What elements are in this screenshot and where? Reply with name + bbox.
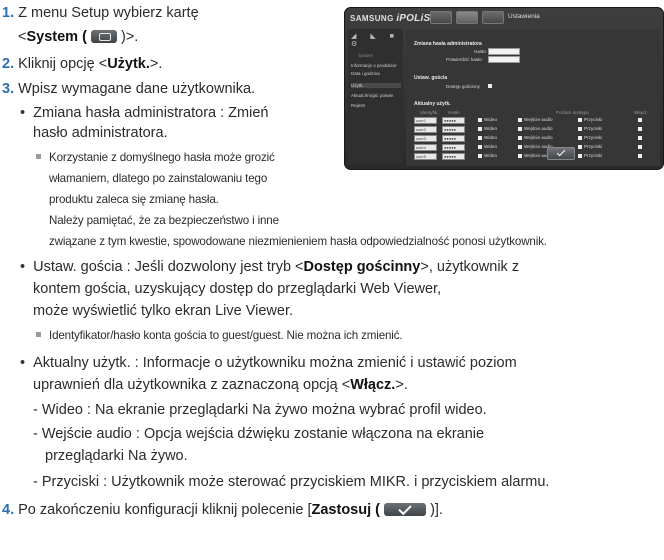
bullet-admin-password-line-2: hasło administratora.: [33, 125, 168, 141]
bullet-current-user-line-2: uprawnień dla użytkownika z zaznaczoną o…: [33, 377, 408, 393]
note-admin-1: Korzystanie z domyślnego hasła może groz…: [36, 149, 275, 167]
note-admin-5: związane z tym kwestie, spowodowane niez…: [49, 235, 547, 248]
video-checkbox[interactable]: [478, 145, 482, 149]
audio-checkbox[interactable]: [518, 118, 522, 122]
video-checkbox[interactable]: [478, 154, 482, 158]
user-row: user2 ●●●●● Wideo Wejście audio Przycisk…: [414, 126, 654, 133]
user-password-input[interactable]: ●●●●●: [442, 117, 465, 124]
apply-button[interactable]: [547, 147, 575, 160]
note-square-icon: [36, 154, 41, 159]
detail-video: - Wideo : Na ekranie przeglądarki Na żyw…: [33, 402, 487, 418]
playback-tab-button[interactable]: [456, 11, 478, 24]
detail-audio: - Wejście audio : Opcja wejścia dźwięku …: [33, 426, 485, 442]
step-1-line-2: <System ( )>.: [18, 29, 139, 45]
step-2: 2. Kliknij opcję <Użytk.>.: [2, 56, 163, 72]
buttons-checkbox[interactable]: [578, 127, 582, 131]
bullet-guest-line-2: kontem gościa, uzyskujący dostęp do prze…: [33, 281, 442, 297]
bullet-guest-line-3: może wyświetlić tylko ekran Live Viewer.: [33, 303, 294, 319]
video-checkbox[interactable]: [478, 136, 482, 140]
bullet-admin-password: • Zmiana hasła administratora : Zmień: [20, 105, 269, 121]
col-id-header: Identyfik.: [420, 110, 439, 115]
col-enable-header: Włącz.: [634, 110, 648, 115]
buttons-checkbox[interactable]: [578, 145, 582, 149]
enable-checkbox[interactable]: [638, 145, 642, 149]
confirm-password-label: Potwierdzić hasło: [446, 57, 482, 62]
user-row: user3 ●●●●● Wideo Wejście audio Przycisk…: [414, 135, 654, 142]
audio-checkbox[interactable]: [518, 154, 522, 158]
guest-settings-heading: Ustaw. gościa: [414, 75, 448, 81]
step-3: 3. Wpisz wymagane dane użytkownika.: [2, 81, 256, 97]
buttons-checkbox[interactable]: [578, 136, 582, 140]
col-access-header: Poziom dostępu: [556, 110, 589, 115]
step-1: 1. Z menu Setup wybierz kartę: [2, 5, 199, 21]
user-id-input[interactable]: user2: [414, 126, 437, 133]
settings-screenshot: SAMSUNG iPOLiS Ustawienia ◢ ◣ ■ ⚙ System…: [344, 7, 664, 170]
enable-checkbox[interactable]: [638, 127, 642, 131]
enable-checkbox[interactable]: [638, 154, 642, 158]
video-checkbox[interactable]: [478, 127, 482, 131]
user-id-input[interactable]: user4: [414, 144, 437, 151]
current-user-heading: Aktualny użytk.: [414, 101, 451, 107]
new-password-input[interactable]: [488, 48, 520, 55]
user-password-input[interactable]: ●●●●●: [442, 135, 465, 142]
note-square-icon: [36, 332, 41, 337]
sidebar-item-users[interactable]: Użytk.: [351, 83, 401, 88]
guest-access-checkbox[interactable]: [488, 84, 492, 88]
buttons-checkbox[interactable]: [578, 154, 582, 158]
sidebar-item-product-info[interactable]: Informacje o produkcie: [351, 63, 397, 68]
setup-tab-button[interactable]: [482, 11, 504, 24]
audio-checkbox[interactable]: [518, 136, 522, 140]
settings-sidebar: ◢ ◣ ■ ⚙ System Informacje o produkcie Da…: [348, 29, 403, 164]
bullet-current-user: • Aktualny użytk. : Informacje o użytkow…: [20, 355, 517, 371]
monitor-tab-button[interactable]: [430, 11, 452, 24]
confirm-password-input[interactable]: [488, 56, 520, 63]
sidebar-item-upgrade[interactable]: Aktual./Inicjal. potwie.: [351, 93, 394, 98]
note-admin-3: produktu zaleca się zmianę hasła.: [49, 193, 219, 206]
video-checkbox[interactable]: [478, 118, 482, 122]
enable-checkbox[interactable]: [638, 136, 642, 140]
note-admin-4: Należy pamiętać, że za bezpieczeństwo i …: [49, 214, 279, 227]
user-id-input[interactable]: user5: [414, 153, 437, 160]
settings-main-panel: Zmiana hasła administratora Hasło Potwie…: [406, 29, 660, 166]
setup-tools-icon: [90, 30, 117, 43]
apply-check-icon: [384, 503, 427, 516]
guest-access-label: Dostęp gościnny: [446, 84, 480, 89]
note-guest: Identyfikator/hasło konta gościa to gues…: [36, 327, 403, 345]
user-row: user1 ●●●●● Wideo Wejście audio Przycisk…: [414, 117, 654, 124]
audio-checkbox[interactable]: [518, 127, 522, 131]
sidebar-item-log[interactable]: Rejestr: [351, 103, 365, 108]
enable-checkbox[interactable]: [638, 118, 642, 122]
sidebar-icons: ◢ ◣ ■ ⚙: [351, 33, 400, 48]
audio-checkbox[interactable]: [518, 145, 522, 149]
user-row: user5 ●●●●● Wideo Wejście audio Przycisk…: [414, 153, 654, 160]
note-admin-2: włamaniem, dlatego po zainstalowaniu teg…: [49, 172, 268, 185]
user-row: user4 ●●●●● Wideo Wejście audio Przycisk…: [414, 144, 654, 151]
user-password-input[interactable]: ●●●●●: [442, 126, 465, 133]
admin-password-heading: Zmiana hasła administratora: [414, 41, 482, 47]
user-id-input[interactable]: user1: [414, 117, 437, 124]
buttons-checkbox[interactable]: [578, 118, 582, 122]
user-password-input[interactable]: ●●●●●: [442, 144, 465, 151]
bullet-guest: • Ustaw. gościa : Jeśli dozwolony jest t…: [20, 259, 520, 275]
settings-title: Ustawienia: [508, 13, 540, 20]
detail-buttons: - Przyciski : Użytkownik może sterować p…: [33, 474, 550, 490]
sidebar-header: System: [358, 53, 374, 58]
brand-logo: SAMSUNG iPOLiS: [350, 13, 431, 24]
user-id-input[interactable]: user3: [414, 135, 437, 142]
sidebar-item-date-time[interactable]: Data i godzina: [351, 71, 380, 76]
user-password-input[interactable]: ●●●●●: [442, 153, 465, 160]
new-password-label: Hasło: [474, 49, 486, 54]
step-4: 4. Po zakończeniu konfiguracji kliknij p…: [2, 502, 443, 518]
detail-audio-line-2: przeglądarki Na żywo.: [45, 448, 188, 464]
col-password-header: Hasło: [448, 110, 460, 115]
